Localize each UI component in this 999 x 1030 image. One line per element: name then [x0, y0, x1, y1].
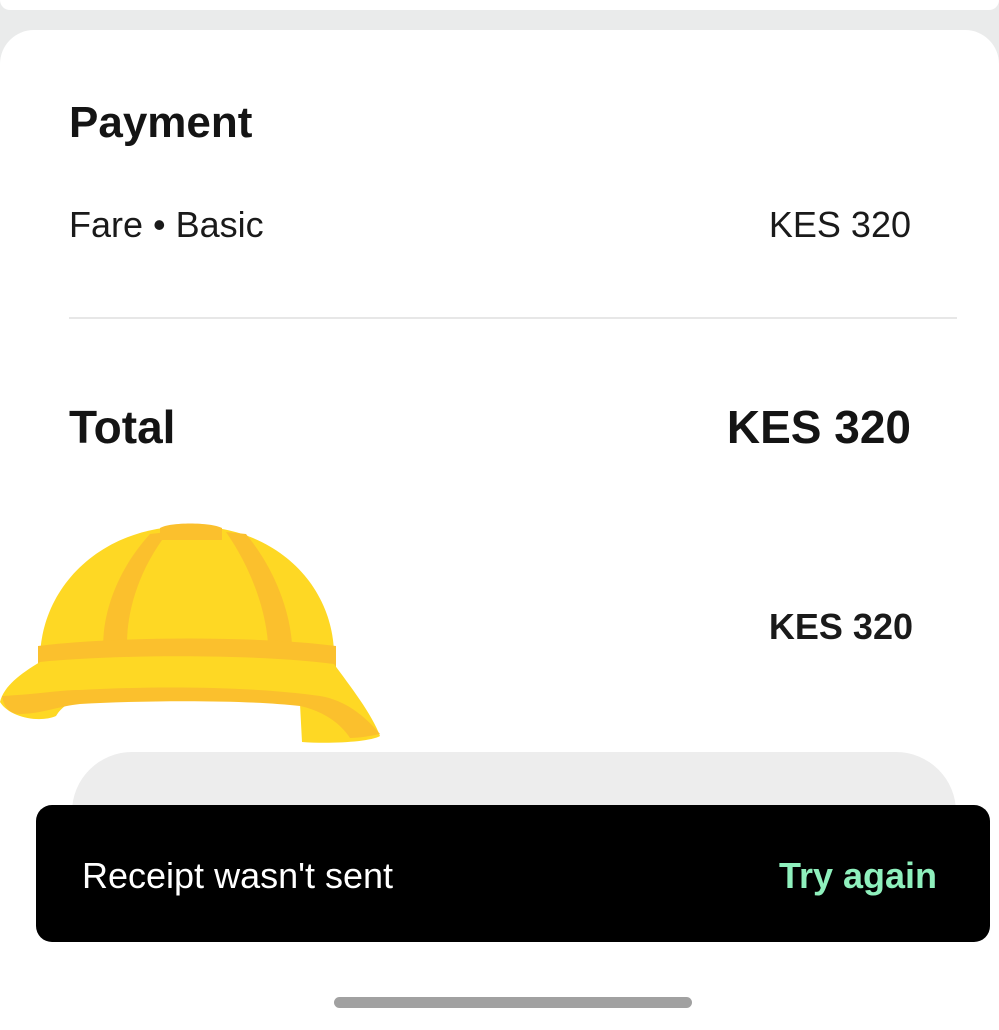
fare-amount: KES 320: [768, 204, 911, 245]
snackbar-toast: Receipt wasn't sent Try again: [36, 805, 990, 942]
total-label: Total: [69, 401, 176, 453]
top-sheet-edge: [0, 0, 999, 10]
payment-method-amount: KES 320: [768, 606, 913, 647]
section-divider: [69, 317, 957, 319]
payment-section-title: Payment: [69, 98, 253, 147]
home-indicator[interactable]: [334, 997, 692, 1008]
hard-hat-sticker: [0, 523, 380, 743]
try-again-button[interactable]: Try again: [779, 855, 937, 897]
toast-message: Receipt wasn't sent: [82, 855, 394, 896]
total-amount: KES 320: [726, 401, 911, 453]
fare-label: Fare • Basic: [69, 204, 264, 245]
